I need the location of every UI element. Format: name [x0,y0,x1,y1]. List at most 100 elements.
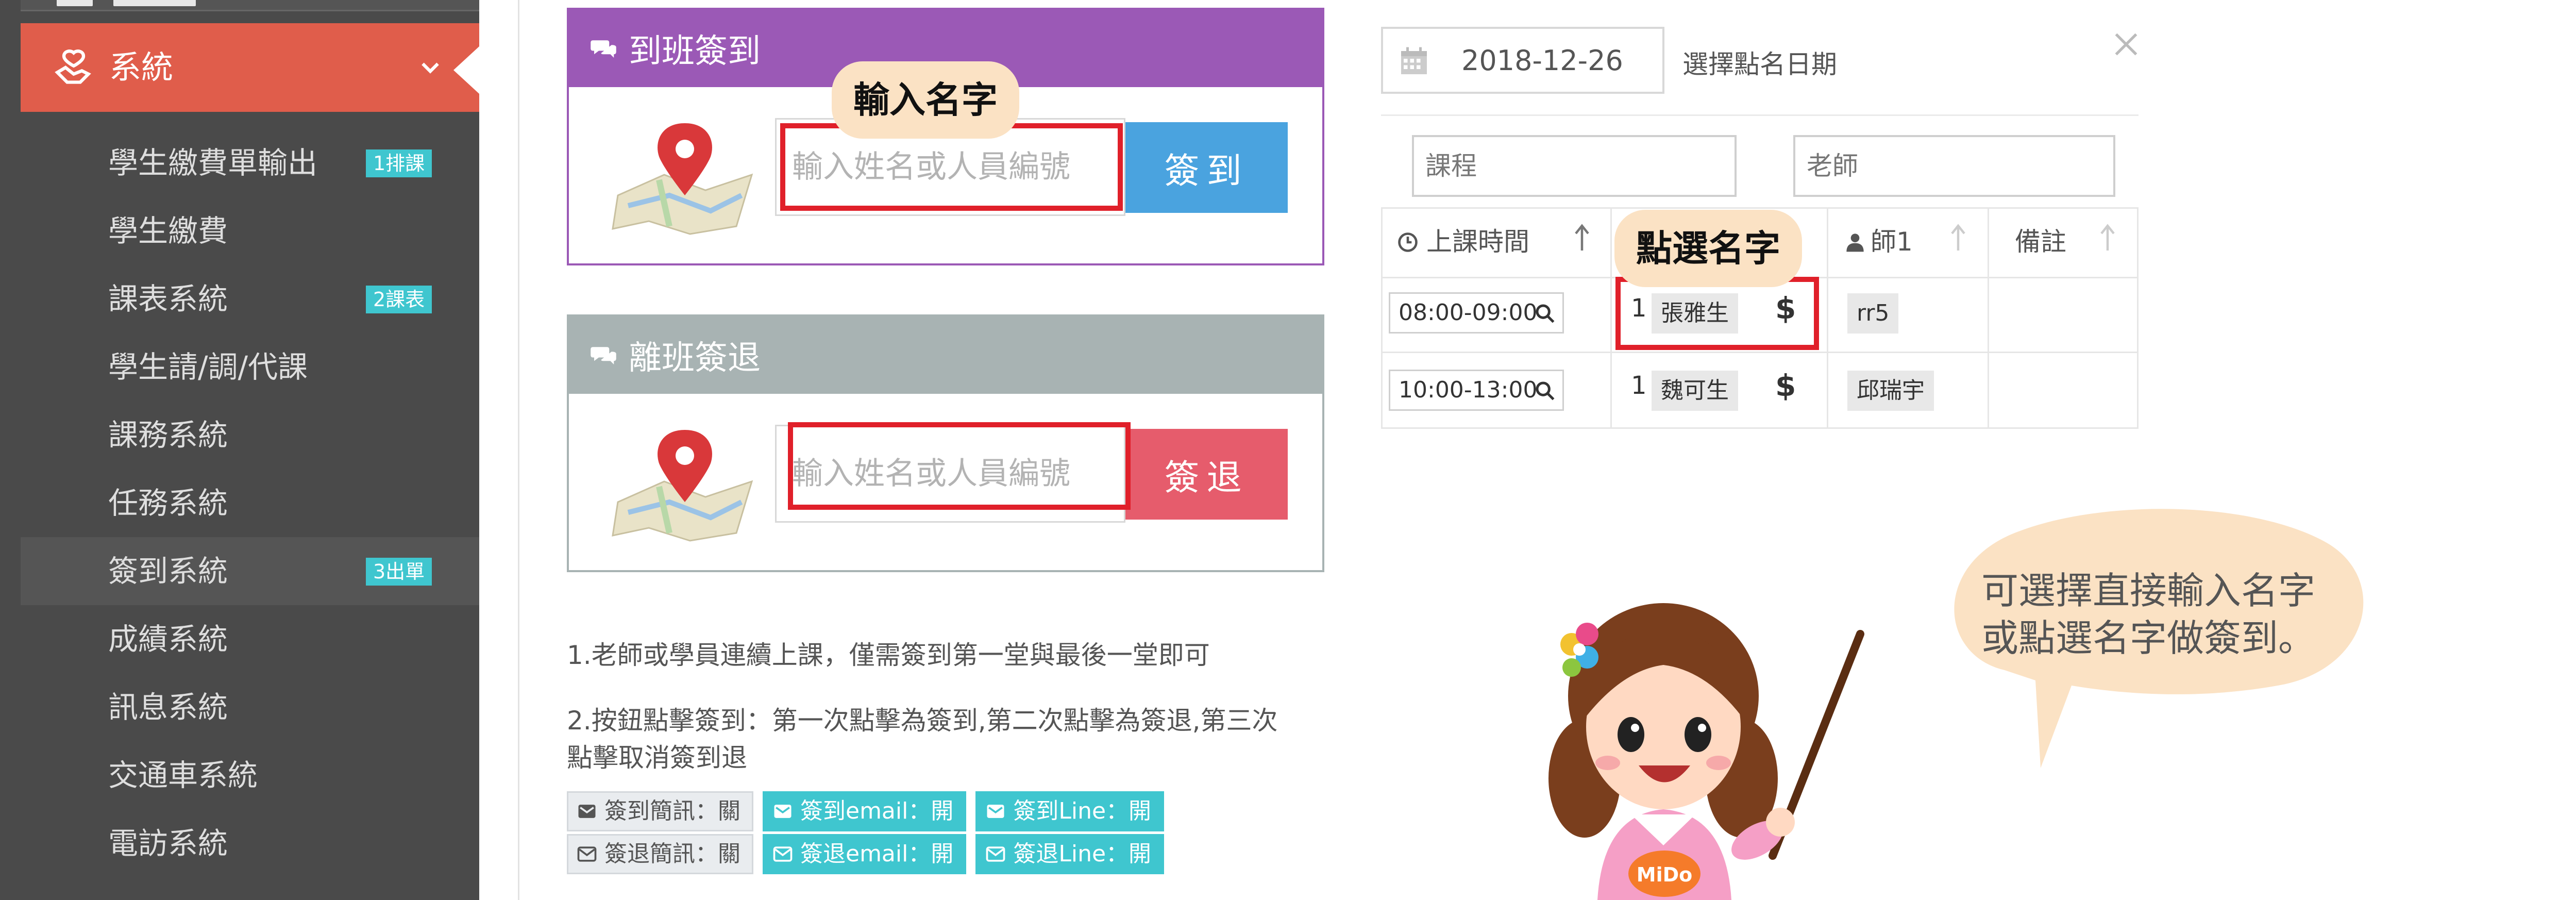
sidebar-item-tasks[interactable]: 任務系統 [21,469,479,537]
sidebar-item-label: 學生請/調/代課 [108,349,308,385]
checkout-notice-row: 簽退簡訊：關 簽退email：開 簽退Line：開 [567,834,1165,874]
payment-dollar-icon[interactable]: $ [1775,368,1796,403]
student-name-tag[interactable]: 張雅生 [1652,293,1738,334]
sidebar-item-grades[interactable]: 成績系統 [21,605,479,673]
checkout-line-toggle[interactable]: 簽退Line：開 [975,834,1165,874]
checkin-sms-toggle[interactable]: 簽到簡訊：關 [567,791,753,831]
checkout-sms-toggle[interactable]: 簽退簡訊：關 [567,834,753,874]
checkout-title: 離班簽退 [629,339,761,377]
sort-arrow-icon[interactable] [2100,223,2115,254]
table-row-time[interactable]: 10:00-13:00 [1389,370,1564,411]
sidebar-item-label: 課表系統 [108,281,228,316]
sidebar-item-label: 課務系統 [108,418,228,453]
sidebar-item-course-affairs[interactable]: 課務系統 [21,401,479,469]
table-grid-line [2137,207,2139,429]
table-row-time[interactable]: 08:00-09:00 [1389,292,1564,334]
checkin-notice-row: 簽到簡訊：關 簽到email：開 簽到Line：開 [567,791,1165,831]
date-label: 選擇點名日期 [1682,49,1837,79]
payment-dollar-icon[interactable]: $ [1775,291,1796,326]
close-icon[interactable] [2113,31,2140,58]
user-icon [1846,233,1864,252]
sidebar-item-label: 學生繳費單輸出 [108,145,318,180]
notice-label: 簽退簡訊：關 [604,841,740,867]
header-label: 備註 [2015,227,2066,257]
clock-icon [1398,232,1418,252]
checkout-name-input[interactable] [791,426,1100,521]
map-pin-icon [612,123,753,235]
attendance-table: 上課時間 師1 備註 08:00-09:00 1 張雅生 $ rr5 10:00… [1381,207,2139,429]
checkin-button[interactable]: 簽到 [1125,122,1288,213]
sidebar-item-label: 訊息系統 [108,690,228,725]
sort-arrow-icon[interactable] [1950,223,1966,254]
comments-icon [591,40,616,58]
notice-label: 簽退Line：開 [1013,841,1152,867]
sort-arrow-icon[interactable] [1574,223,1590,254]
sidebar-item-payment-slip[interactable]: 學生繳費單輸出 1排課 [21,129,479,197]
table-grid-line [1381,352,2139,353]
sidebar-item-cropped[interactable] [21,0,479,11]
sidebar-item-timetable[interactable]: 課表系統 2課表 [21,265,479,333]
sidebar-item-shuttle[interactable]: 交通車系統 [21,741,479,809]
course-filter-input[interactable] [1424,137,1724,195]
note-1: 1.老師或學員連續上課，僅需簽到第一堂與最後一堂即可 [567,640,1210,670]
sidebar-item-system[interactable]: 系統 [21,23,479,112]
search-icon[interactable] [1535,303,1555,324]
notice-label: 簽退email：開 [800,841,954,867]
checkout-button[interactable]: 簽退 [1125,429,1288,520]
sidebar-item-label: 任務系統 [108,486,228,521]
envelope-icon [578,805,596,818]
active-notch [453,46,479,94]
sidebar-badge: 3出單 [366,558,432,586]
teacher-filter[interactable] [1793,135,2115,197]
notice-label: 簽到email：開 [800,798,954,824]
header-teacher-1[interactable]: 師1 [1845,207,1913,277]
cropped-icon [57,0,93,6]
mascot-badge-text: MiDo [1636,863,1693,886]
comments-icon [591,347,616,364]
header-remarks[interactable]: 備註 [2015,207,2066,277]
sidebar-item-payment[interactable]: 學生繳費 [21,197,479,265]
sidebar-badge: 1排課 [366,149,432,177]
table-grid-line [1381,427,2139,429]
teacher-filter-input[interactable] [1806,137,2103,195]
row-number: 1 [1631,371,1647,400]
map-pin-icon [612,430,753,542]
time-value: 08:00-09:00 [1399,299,1538,326]
sidebar-item-label: 簽到系統 [108,554,228,589]
date-input[interactable] [1460,29,1656,92]
header-class-time[interactable]: 上課時間 [1396,207,1529,277]
checkin-email-toggle[interactable]: 簽到email：開 [763,791,967,831]
header-label: 上課時間 [1426,227,1529,257]
sidebar-item-phone-visit[interactable]: 電訪系統 [21,809,479,877]
note-2-line-1: 2.按鈕點擊簽到：第一次點擊為簽到,第二次點擊為簽退,第三次 [567,706,1278,736]
envelope-icon [987,805,1004,818]
table-grid-line [1381,207,1383,429]
envelope-outline-icon [986,846,1005,862]
checkin-line-toggle[interactable]: 簽到Line：開 [975,791,1165,831]
checkout-name-field[interactable] [775,425,1125,523]
course-filter[interactable] [1412,135,1737,197]
search-icon[interactable] [1535,380,1555,401]
sidebar-item-label: 系統 [109,48,174,86]
row-number: 1 [1631,294,1647,323]
student-name-tag[interactable]: 魏可生 [1652,371,1738,411]
sidebar-item-label: 成績系統 [108,622,228,657]
sidebar-item-messages[interactable]: 訊息系統 [21,673,479,741]
sidebar-item-checkin[interactable]: 簽到系統 3出單 [21,537,479,605]
mascot-girl-icon [1548,603,1864,900]
table-grid-line [1610,207,1612,429]
callout-enter-name: 輸入名字 [832,61,1019,139]
chevron-down-icon[interactable] [417,54,443,80]
header-label: 師1 [1871,227,1913,257]
checkin-panel: 到班簽到 簽到 輸入名字 [567,8,1324,265]
teacher-name-tag: rr5 [1847,293,1899,334]
time-value: 10:00-13:00 [1399,377,1538,403]
speech-text: 可選擇直接輸入名字 或點選名字做簽到。 [1981,567,2315,662]
date-picker[interactable] [1381,27,1664,94]
callout-select-name: 點選名字 [1614,210,1802,287]
sidebar-item-leave[interactable]: 學生請/調/代課 [21,333,479,401]
checkout-panel: 離班簽退 簽退 [567,314,1324,572]
checkout-email-toggle[interactable]: 簽退email：開 [763,834,967,874]
notice-label: 簽到Line：開 [1013,798,1152,824]
table-grid-line [1988,207,1989,429]
